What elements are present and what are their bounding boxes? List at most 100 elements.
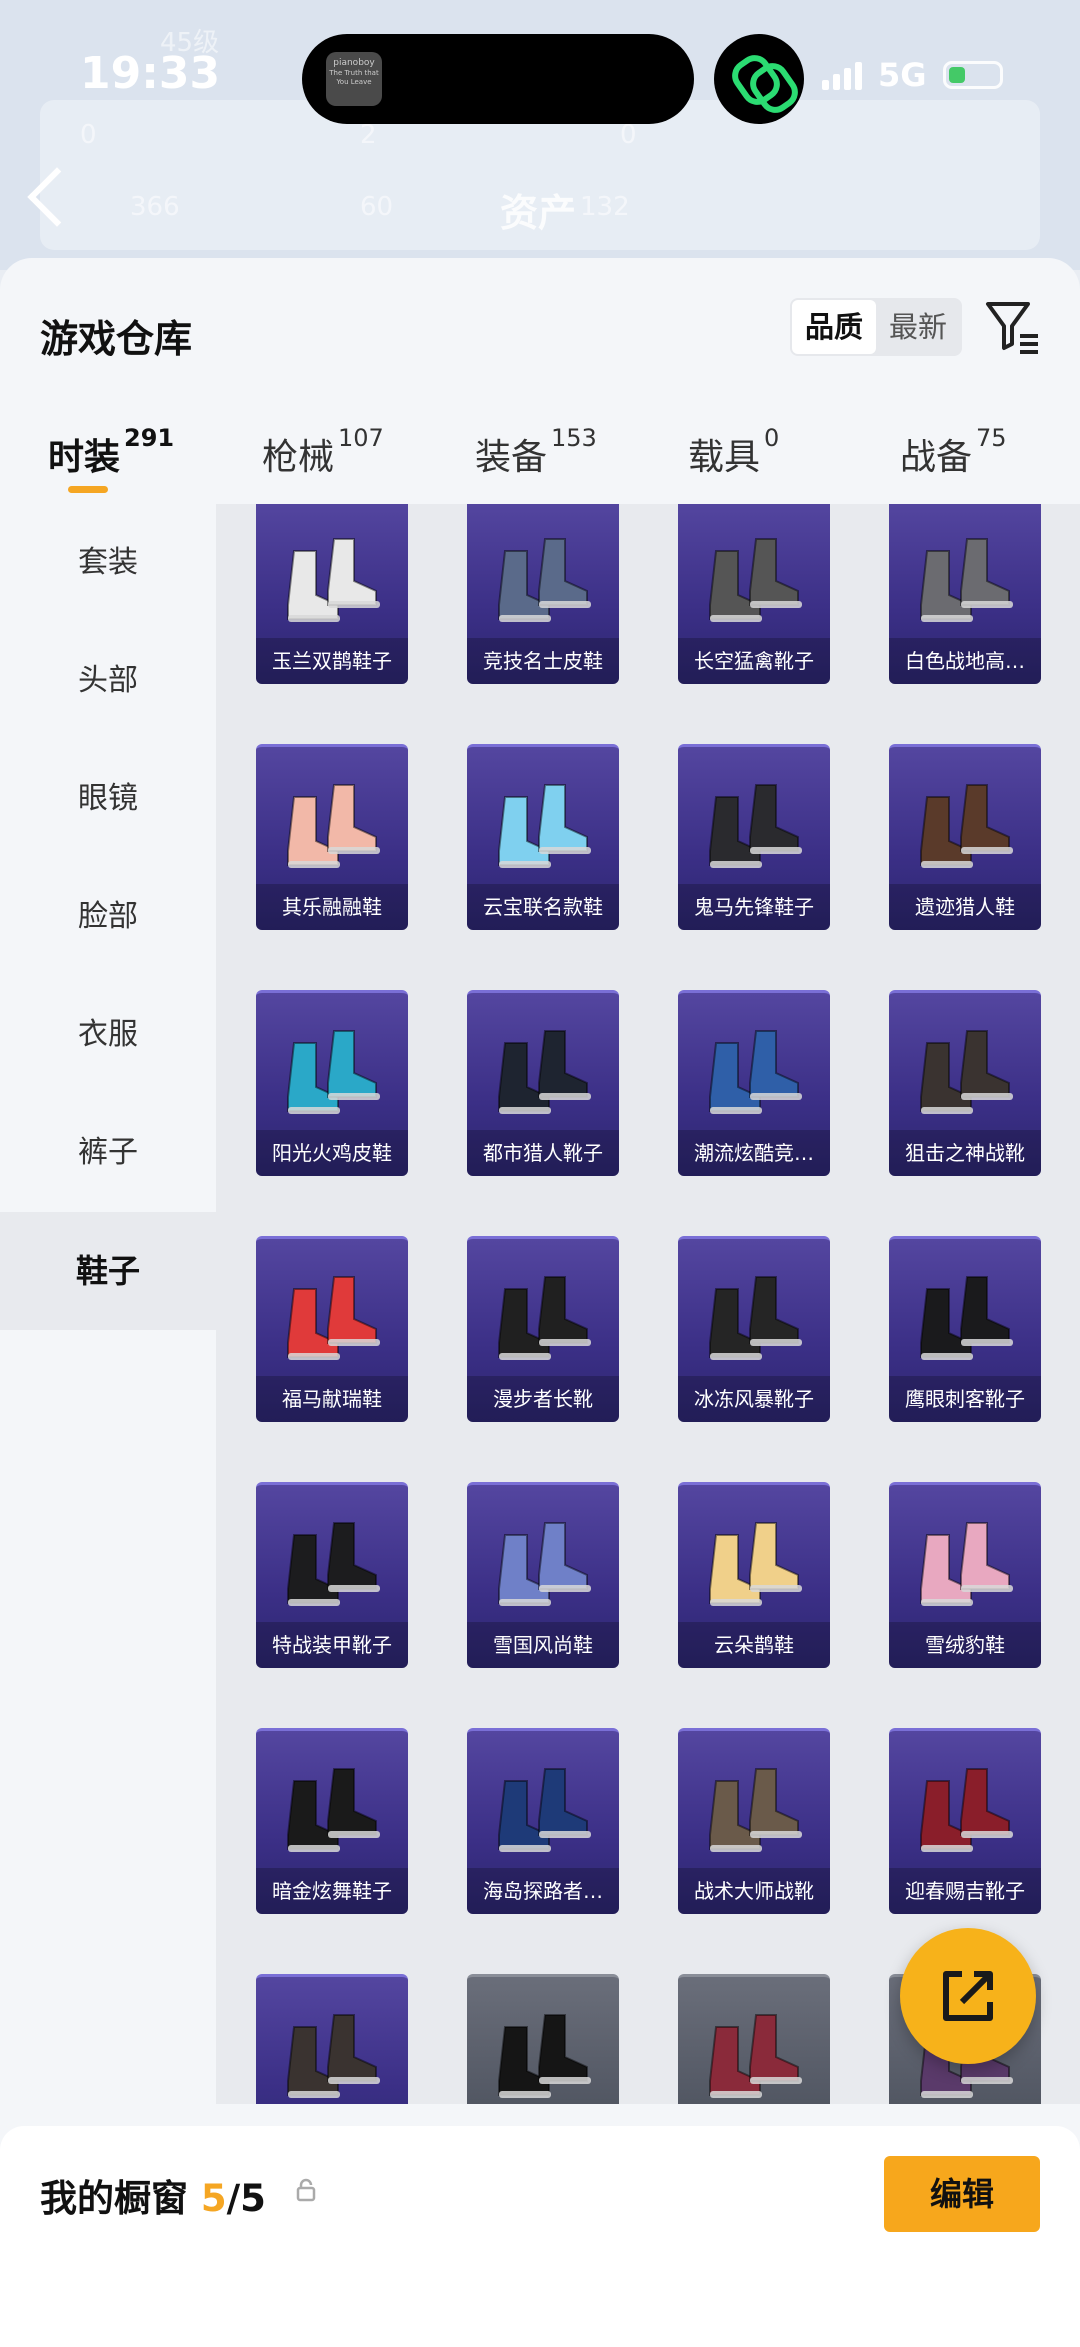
- shoe-icon: [287, 1276, 380, 1360]
- stat-value: 60: [360, 192, 394, 222]
- showcase-separator: /: [226, 2177, 241, 2220]
- item-card[interactable]: 特战装甲靴子: [256, 1482, 408, 1668]
- network-label: 5G: [878, 56, 927, 94]
- dynamic-island[interactable]: pianoboy The Truth that You Leave: [302, 34, 694, 124]
- shoe-icon: [920, 1768, 1013, 1852]
- tab-count: 107: [338, 424, 384, 452]
- sidebar-item-glasses[interactable]: 眼镜: [0, 740, 216, 858]
- item-card[interactable]: 雪国风尚鞋: [467, 1482, 619, 1668]
- item-name: 云朵鹊鞋: [678, 1622, 830, 1668]
- item-card[interactable]: 云宝联名款鞋: [467, 744, 619, 930]
- item-name: 鹰眼刺客靴子: [889, 1376, 1041, 1422]
- item-card[interactable]: 狙击之神战靴: [889, 990, 1041, 1176]
- filter-icon[interactable]: [984, 298, 1040, 356]
- item-card[interactable]: 竞技名士皮鞋: [467, 504, 619, 684]
- tab-firearms[interactable]: 枪械 107: [262, 424, 384, 480]
- item-card[interactable]: 鬼马先锋鞋子: [678, 744, 830, 930]
- status-icons: 5G: [822, 56, 1003, 94]
- edit-button[interactable]: 编辑: [884, 2156, 1040, 2232]
- shoe-icon: [709, 784, 802, 868]
- tab-equipment[interactable]: 装备 153: [475, 424, 597, 480]
- item-name: 特战装甲靴子: [256, 1622, 408, 1668]
- item-card[interactable]: 鹰眼刺客靴子: [889, 1236, 1041, 1422]
- shoe-icon: [287, 784, 380, 868]
- shoe-icon: [498, 1522, 591, 1606]
- tab-vehicles[interactable]: 载具 0: [688, 424, 779, 480]
- item-name: 雪国风尚鞋: [467, 1622, 619, 1668]
- item-card[interactable]: 云朵鹊鞋: [678, 1482, 830, 1668]
- share-button[interactable]: [900, 1928, 1036, 2064]
- shoe-icon: [498, 538, 591, 622]
- tab-count: 153: [551, 424, 597, 452]
- item-name: 云宝联名款鞋: [467, 884, 619, 930]
- shoe-icon: [498, 784, 591, 868]
- shoe-icon: [920, 784, 1013, 868]
- status-time: 19:33: [80, 48, 221, 99]
- item-card[interactable]: 魅力单车鞋子: [256, 1974, 408, 2104]
- battery-icon: [942, 61, 1003, 89]
- item-card[interactable]: 都市猎人靴子: [467, 990, 619, 1176]
- shoe-icon: [920, 1522, 1013, 1606]
- item-card[interactable]: 黑色运动鞋: [467, 1974, 619, 2104]
- item-card[interactable]: 漫步者长靴: [467, 1236, 619, 1422]
- item-card[interactable]: 福马献瑞鞋: [256, 1236, 408, 1422]
- shoe-icon: [287, 1768, 380, 1852]
- item-card[interactable]: 迎春赐吉靴子: [889, 1728, 1041, 1914]
- item-card[interactable]: 冰冻风暴靴子: [678, 1236, 830, 1422]
- tab-label: 时装: [48, 437, 121, 478]
- shoe-icon: [709, 1768, 802, 1852]
- item-card[interactable]: 暗金炫舞鞋子: [256, 1728, 408, 1914]
- item-name: 鬼马先锋鞋子: [678, 884, 830, 930]
- shoe-icon: [709, 538, 802, 622]
- lock-icon: [296, 2178, 316, 2202]
- tab-supplies[interactable]: 战备 75: [900, 424, 1007, 480]
- item-card[interactable]: 海岛探路者…: [467, 1728, 619, 1914]
- sort-latest-button[interactable]: 最新: [876, 300, 960, 354]
- item-card[interactable]: 其乐融融鞋: [256, 744, 408, 930]
- item-name: 冰冻风暴靴子: [678, 1376, 830, 1422]
- shoe-icon: [498, 1030, 591, 1114]
- item-name: 都市猎人靴子: [467, 1130, 619, 1176]
- sidebar-item-face[interactable]: 脸部: [0, 858, 216, 976]
- tab-label: 装备: [475, 437, 548, 478]
- item-card[interactable]: 雪绒豹鞋: [889, 1482, 1041, 1668]
- now-playing-subtitle: The Truth that You Leave: [329, 69, 379, 86]
- assets-title: 资产: [500, 191, 577, 235]
- sidebar-item-clothes[interactable]: 衣服: [0, 976, 216, 1094]
- showcase-count: 5: [200, 2177, 227, 2220]
- item-card[interactable]: 魔术贴红色…: [678, 1974, 830, 2104]
- item-card[interactable]: 潮流炫酷竞…: [678, 990, 830, 1176]
- item-card[interactable]: 战术大师战靴: [678, 1728, 830, 1914]
- tab-label: 战备: [900, 437, 973, 478]
- shoe-icon: [498, 2014, 591, 2098]
- now-playing-artwork: pianoboy The Truth that You Leave: [326, 52, 382, 106]
- warehouse-sheet: 游戏仓库 品质 最新 时装 291 枪械 107 装备 153 载具 0 战备 75 套装…: [0, 258, 1080, 2347]
- item-name: 福马献瑞鞋: [256, 1376, 408, 1422]
- item-card[interactable]: 玉兰双鹊鞋子: [256, 504, 408, 684]
- sort-quality-button[interactable]: 品质: [792, 300, 876, 354]
- item-card[interactable]: 长空猛禽靴子: [678, 504, 830, 684]
- showcase-title: 我的橱窗: [40, 2177, 188, 2220]
- stat-value: 132: [580, 192, 630, 222]
- sidebar-item-shoes[interactable]: 鞋子: [0, 1212, 216, 1330]
- sidebar-item-head[interactable]: 头部: [0, 622, 216, 740]
- sort-toggle: 品质 最新: [790, 298, 962, 356]
- item-card[interactable]: 阳光火鸡皮鞋: [256, 990, 408, 1176]
- item-name: 战术大师战靴: [678, 1868, 830, 1914]
- tab-fashion[interactable]: 时装 291: [48, 424, 174, 480]
- item-card[interactable]: 遗迹猎人鞋: [889, 744, 1041, 930]
- item-name: 狙击之神战靴: [889, 1130, 1041, 1176]
- showcase-bar: 我的橱窗 5/5 编辑: [0, 2126, 1080, 2347]
- item-name: 暗金炫舞鞋子: [256, 1868, 408, 1914]
- now-playing-title: pianoboy: [333, 58, 375, 68]
- item-card[interactable]: 白色战地高…: [889, 504, 1041, 684]
- shoe-icon: [498, 1768, 591, 1852]
- shoe-icon: [287, 1522, 380, 1606]
- tab-count: 75: [976, 424, 1007, 452]
- shoe-icon: [287, 1030, 380, 1114]
- sidebar-item-pants[interactable]: 裤子: [0, 1094, 216, 1212]
- item-name: 长空猛禽靴子: [678, 638, 830, 684]
- shoe-icon: [709, 1276, 802, 1360]
- sidebar-item-outfit[interactable]: 套装: [0, 504, 216, 622]
- chain-link-icon[interactable]: [714, 34, 805, 124]
